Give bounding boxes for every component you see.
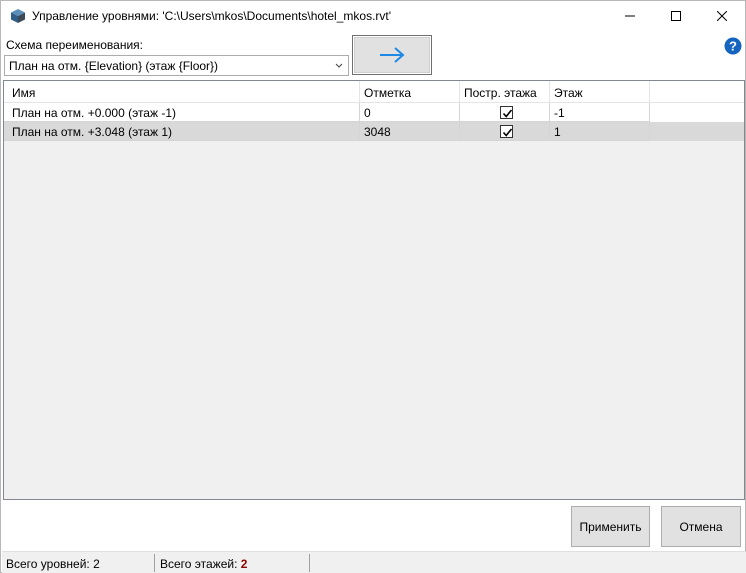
apply-button[interactable]: Применить	[571, 506, 650, 547]
status-levels-label: Всего уровней:	[6, 557, 90, 571]
cell-name[interactable]: План на отм. +3.048 (этаж 1)	[4, 122, 360, 141]
column-header-name[interactable]: Имя	[4, 81, 360, 103]
cell-elevation[interactable]: 3048	[360, 122, 460, 141]
cancel-button[interactable]: Отмена	[661, 506, 741, 547]
column-header-building-story[interactable]: Постр. этажа	[460, 81, 550, 103]
close-icon	[717, 11, 727, 21]
apply-scheme-button[interactable]	[352, 35, 432, 75]
minimize-icon	[625, 15, 635, 17]
building-story-checkbox[interactable]	[500, 125, 513, 138]
status-separator	[154, 554, 155, 572]
building-story-checkbox[interactable]	[500, 106, 513, 119]
cell-floor[interactable]: 1	[550, 122, 650, 141]
help-icon[interactable]: ?	[724, 37, 742, 55]
grid-header: Имя Отметка Постр. этажа Этаж	[4, 81, 744, 103]
app-icon	[10, 8, 26, 24]
cell-elevation[interactable]: 0	[360, 103, 460, 122]
scheme-select[interactable]: План на отм. {Elevation} (этаж {Floor})	[4, 55, 349, 76]
status-levels: Всего уровней: 2	[6, 557, 100, 571]
close-button[interactable]	[699, 1, 745, 31]
scheme-select-value: План на отм. {Elevation} (этаж {Floor})	[9, 59, 219, 73]
cell-building-story	[460, 122, 550, 141]
checkmark-icon	[502, 128, 513, 137]
table-row[interactable]: План на отм. +0.000 (этаж -1) 0 -1	[4, 103, 744, 122]
cell-name[interactable]: План на отм. +0.000 (этаж -1)	[4, 103, 360, 122]
minimize-button[interactable]	[607, 1, 653, 31]
status-bar: Всего уровней: 2 Всего этажей: 2	[2, 551, 746, 573]
arrow-right-icon	[380, 47, 405, 63]
column-header-floor[interactable]: Этаж	[550, 81, 650, 103]
level-manager-window: Управление уровнями: 'C:\Users\mkos\Docu…	[0, 0, 746, 573]
status-floors: Всего этажей: 2	[160, 557, 247, 571]
title-bar[interactable]: Управление уровнями: 'C:\Users\mkos\Docu…	[1, 1, 745, 31]
maximize-icon	[671, 11, 681, 21]
maximize-button[interactable]	[653, 1, 699, 31]
checkmark-icon	[502, 109, 513, 118]
status-levels-count: 2	[93, 557, 100, 571]
window-title: Управление уровнями: 'C:\Users\mkos\Docu…	[32, 9, 392, 23]
status-separator	[309, 554, 310, 572]
status-floors-label: Всего этажей:	[160, 557, 238, 571]
status-floors-count: 2	[240, 557, 248, 571]
cell-floor[interactable]: -1	[550, 103, 650, 122]
svg-text:?: ?	[729, 39, 737, 54]
levels-grid[interactable]: Имя Отметка Постр. этажа Этаж План на от…	[3, 80, 745, 500]
column-header-elevation[interactable]: Отметка	[360, 81, 460, 103]
scheme-label: Схема переименования:	[6, 38, 143, 52]
chevron-down-icon	[334, 58, 344, 72]
cell-building-story	[460, 103, 550, 122]
table-row[interactable]: План на отм. +3.048 (этаж 1) 3048 1	[4, 122, 744, 141]
